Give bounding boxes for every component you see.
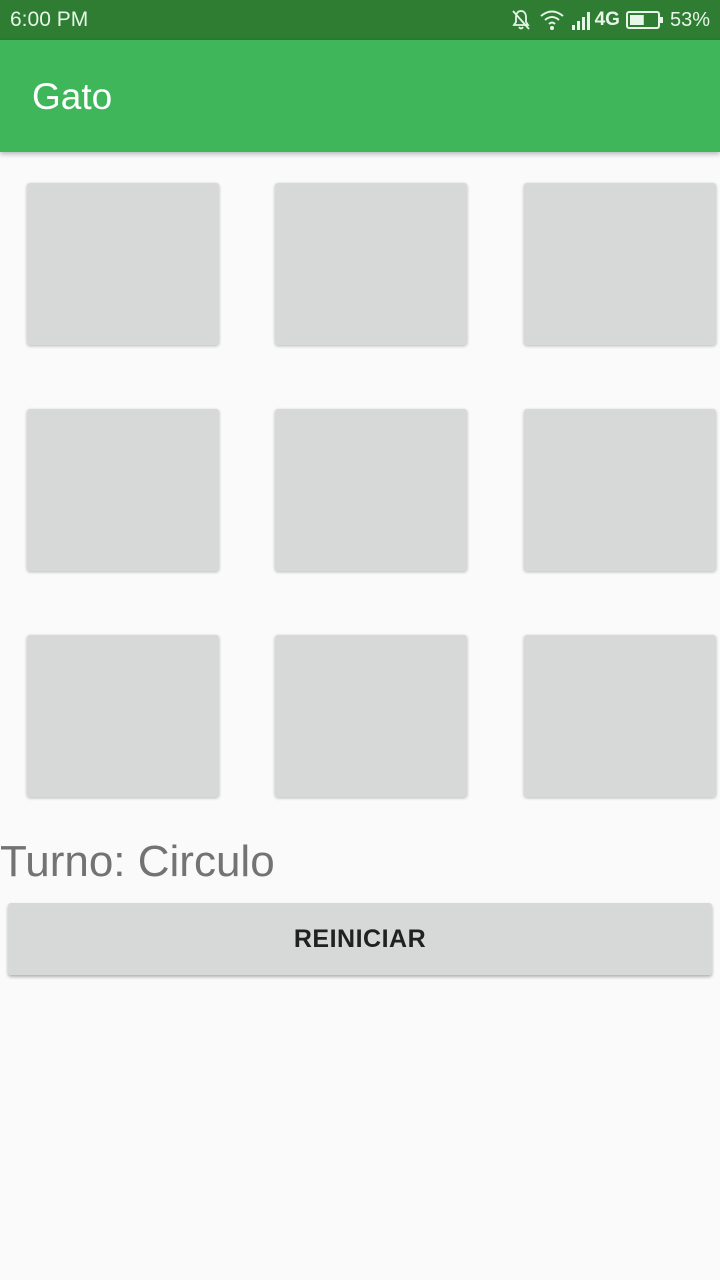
status-bar: 6:00 PM 4G 53% bbox=[0, 0, 720, 40]
board-cell-1-1[interactable] bbox=[27, 183, 219, 345]
battery-icon bbox=[625, 10, 664, 30]
status-time: 6:00 PM bbox=[10, 8, 89, 31]
status-icons: 4G 53% bbox=[503, 6, 710, 34]
board-cell-1-2[interactable] bbox=[275, 183, 467, 345]
board-cell-3-2[interactable] bbox=[275, 635, 467, 797]
board-cell-1-3[interactable] bbox=[524, 183, 716, 345]
app-bar: Gato bbox=[0, 40, 720, 152]
board-cell-3-1[interactable] bbox=[27, 635, 219, 797]
board-cell-2-1[interactable] bbox=[27, 409, 219, 571]
wifi-icon bbox=[539, 9, 565, 31]
battery-percent: 53% bbox=[669, 8, 710, 31]
battery-fill bbox=[629, 15, 644, 25]
board-cell-2-3[interactable] bbox=[524, 409, 716, 571]
app-title: Gato bbox=[32, 76, 113, 117]
signal-icon bbox=[571, 9, 593, 31]
bell-muted-icon bbox=[509, 8, 533, 32]
reset-button[interactable]: REINICIAR bbox=[8, 903, 712, 975]
turn-indicator: Turno: Circulo bbox=[0, 837, 275, 886]
board-cell-2-2[interactable] bbox=[275, 409, 467, 571]
board-cell-3-3[interactable] bbox=[524, 635, 716, 797]
network-type: 4G bbox=[594, 9, 620, 30]
